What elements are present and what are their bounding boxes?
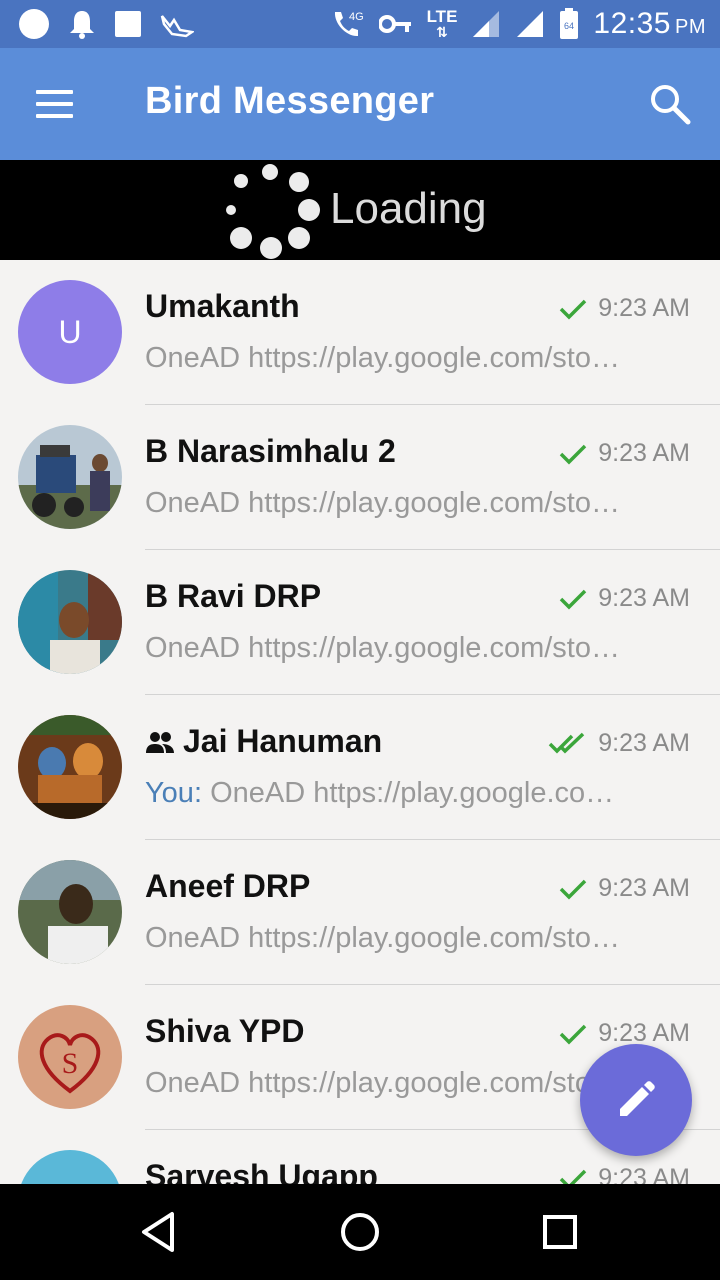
data-arrows-icon: ⇅ bbox=[436, 24, 448, 40]
avatar bbox=[18, 715, 122, 819]
image-notification-icon bbox=[115, 11, 141, 37]
notification-icons bbox=[18, 6, 194, 42]
search-icon[interactable] bbox=[644, 78, 696, 130]
recents-square-icon[interactable] bbox=[536, 1208, 584, 1256]
chat-name-text: Aneef DRP bbox=[145, 868, 311, 904]
chat-name: B Ravi DRP bbox=[145, 578, 321, 615]
hamburger-icon-bar bbox=[36, 114, 73, 118]
single-check-icon bbox=[560, 1169, 587, 1184]
avatar-photo-heart-tattoo: S bbox=[18, 1005, 122, 1109]
chat-list[interactable]: U Umakanth 9:23 AM OneAD https://play.go… bbox=[0, 260, 720, 1184]
avatar-photo-tractor bbox=[18, 425, 122, 529]
single-check-icon bbox=[560, 299, 587, 319]
chat-name: Umakanth bbox=[145, 288, 300, 325]
avatar bbox=[18, 1150, 122, 1184]
clock: 12:35 PM bbox=[593, 7, 706, 41]
loading-spinner-icon bbox=[226, 164, 320, 259]
avatar-photo-person bbox=[18, 860, 122, 964]
single-check-icon bbox=[560, 1024, 587, 1044]
chat-name-text: B Ravi DRP bbox=[145, 578, 322, 614]
key-icon bbox=[378, 15, 411, 33]
chat-name-text: B Narasimhalu 2 bbox=[145, 433, 396, 469]
chat-name: Jai Hanuman bbox=[145, 723, 382, 760]
battery-icon: 64 bbox=[560, 8, 579, 39]
chat-time: 9:23 AM bbox=[558, 874, 690, 903]
bell-icon bbox=[70, 11, 94, 39]
navigation-bar bbox=[0, 1184, 720, 1280]
chat-name: Sarvesh Ugapp bbox=[145, 1158, 378, 1184]
hamburger-icon-bar bbox=[36, 102, 73, 106]
chat-time-text: 9:23 AM bbox=[598, 729, 690, 757]
chat-time-text: 9:23 AM bbox=[598, 874, 690, 902]
chat-preview: OneAD https://play.google.com/sto… bbox=[145, 342, 620, 374]
avatar-letter: U bbox=[58, 313, 82, 350]
battery-level: 64 bbox=[564, 21, 574, 31]
avatar bbox=[18, 570, 122, 674]
pencil-icon bbox=[620, 1081, 655, 1116]
lte-label: LTE bbox=[426, 7, 458, 26]
chat-name-text: Jai Hanuman bbox=[183, 723, 383, 759]
double-check-icon bbox=[549, 732, 585, 753]
chat-row[interactable]: Jai Hanuman 9:23 AM You: OneAD https://p… bbox=[0, 695, 720, 840]
single-check-icon bbox=[560, 444, 587, 464]
clock-ampm: PM bbox=[675, 16, 706, 38]
chat-time: 9:23 AM bbox=[558, 439, 690, 468]
app-bar: Bird Messenger bbox=[0, 48, 720, 160]
chat-preview: OneAD https://play.google.com/sto… bbox=[145, 632, 620, 664]
chat-preview: OneAD https://play.google.com/sto… bbox=[145, 922, 620, 954]
chat-name-text: Shiva YPD bbox=[145, 1013, 305, 1049]
compose-button[interactable] bbox=[580, 1044, 692, 1156]
you-prefix: You: bbox=[145, 777, 202, 809]
svg-text:S: S bbox=[62, 1047, 79, 1080]
circle-notification-icon bbox=[19, 9, 49, 39]
chat-time: 9:23 AM bbox=[558, 584, 690, 613]
bird-notification-icon bbox=[160, 15, 194, 38]
chat-time-text: 9:23 AM bbox=[598, 294, 690, 322]
avatar: S bbox=[18, 1005, 122, 1109]
chat-name-text: Umakanth bbox=[145, 288, 300, 324]
status-bar: 4G LTE ⇅ 64 12:35 PM bbox=[0, 0, 720, 48]
home-circle-icon[interactable] bbox=[336, 1208, 384, 1256]
group-icon bbox=[146, 731, 174, 753]
chat-time: 9:23 AM bbox=[558, 294, 690, 323]
avatar bbox=[18, 860, 122, 964]
chat-preview: OneAD https://play.google.com/sto… bbox=[145, 487, 620, 519]
avatar-photo-person bbox=[18, 570, 122, 674]
chat-name: Aneef DRP bbox=[145, 868, 310, 905]
chat-row[interactable]: B Ravi DRP 9:23 AM OneAD https://play.go… bbox=[0, 550, 720, 695]
signal-icon-2 bbox=[517, 11, 544, 37]
system-indicators: 4G LTE ⇅ 64 12:35 PM bbox=[329, 6, 706, 42]
avatar-photo-deities bbox=[18, 715, 122, 819]
chat-name-text: Sarvesh Ugapp bbox=[145, 1158, 378, 1184]
network-type: 4G bbox=[349, 11, 364, 23]
chat-preview: You: OneAD https://play.google.co… bbox=[145, 777, 665, 810]
screen: 4G LTE ⇅ 64 12:35 PM Bird Messenger Load… bbox=[0, 0, 720, 1280]
phone-4g-icon: 4G bbox=[334, 11, 364, 37]
single-check-icon bbox=[560, 589, 587, 609]
chat-time-text: 9:23 AM bbox=[598, 584, 690, 612]
clock-time: 12:35 bbox=[593, 7, 671, 40]
menu-button[interactable] bbox=[26, 84, 82, 124]
avatar: U bbox=[18, 280, 122, 384]
chat-name: Shiva YPD bbox=[145, 1013, 304, 1050]
loading-banner: Loading bbox=[0, 160, 720, 260]
back-triangle-icon[interactable] bbox=[136, 1208, 184, 1256]
signal-icon-1 bbox=[473, 11, 500, 37]
app-title: Bird Messenger bbox=[145, 80, 435, 122]
chat-time: 9:23 AM bbox=[558, 1019, 690, 1048]
chat-preview-text: OneAD https://play.google.co… bbox=[210, 777, 615, 809]
chat-name: B Narasimhalu 2 bbox=[145, 433, 396, 470]
chat-time: 9:23 AM bbox=[558, 1164, 690, 1184]
hamburger-icon-bar bbox=[36, 90, 73, 94]
chat-row[interactable]: U Umakanth 9:23 AM OneAD https://play.go… bbox=[0, 260, 720, 405]
avatar bbox=[18, 425, 122, 529]
chat-row[interactable]: B Narasimhalu 2 9:23 AM OneAD https://pl… bbox=[0, 405, 720, 550]
chat-row[interactable]: Aneef DRP 9:23 AM OneAD https://play.goo… bbox=[0, 840, 720, 985]
loading-text: Loading bbox=[330, 184, 487, 233]
lte-indicator: LTE ⇅ bbox=[426, 7, 458, 40]
chat-time-text: 9:23 AM bbox=[598, 439, 690, 467]
chat-time-text: 9:23 AM bbox=[598, 1164, 690, 1184]
chat-time: 9:23 AM bbox=[548, 729, 690, 758]
single-check-icon bbox=[560, 879, 587, 899]
